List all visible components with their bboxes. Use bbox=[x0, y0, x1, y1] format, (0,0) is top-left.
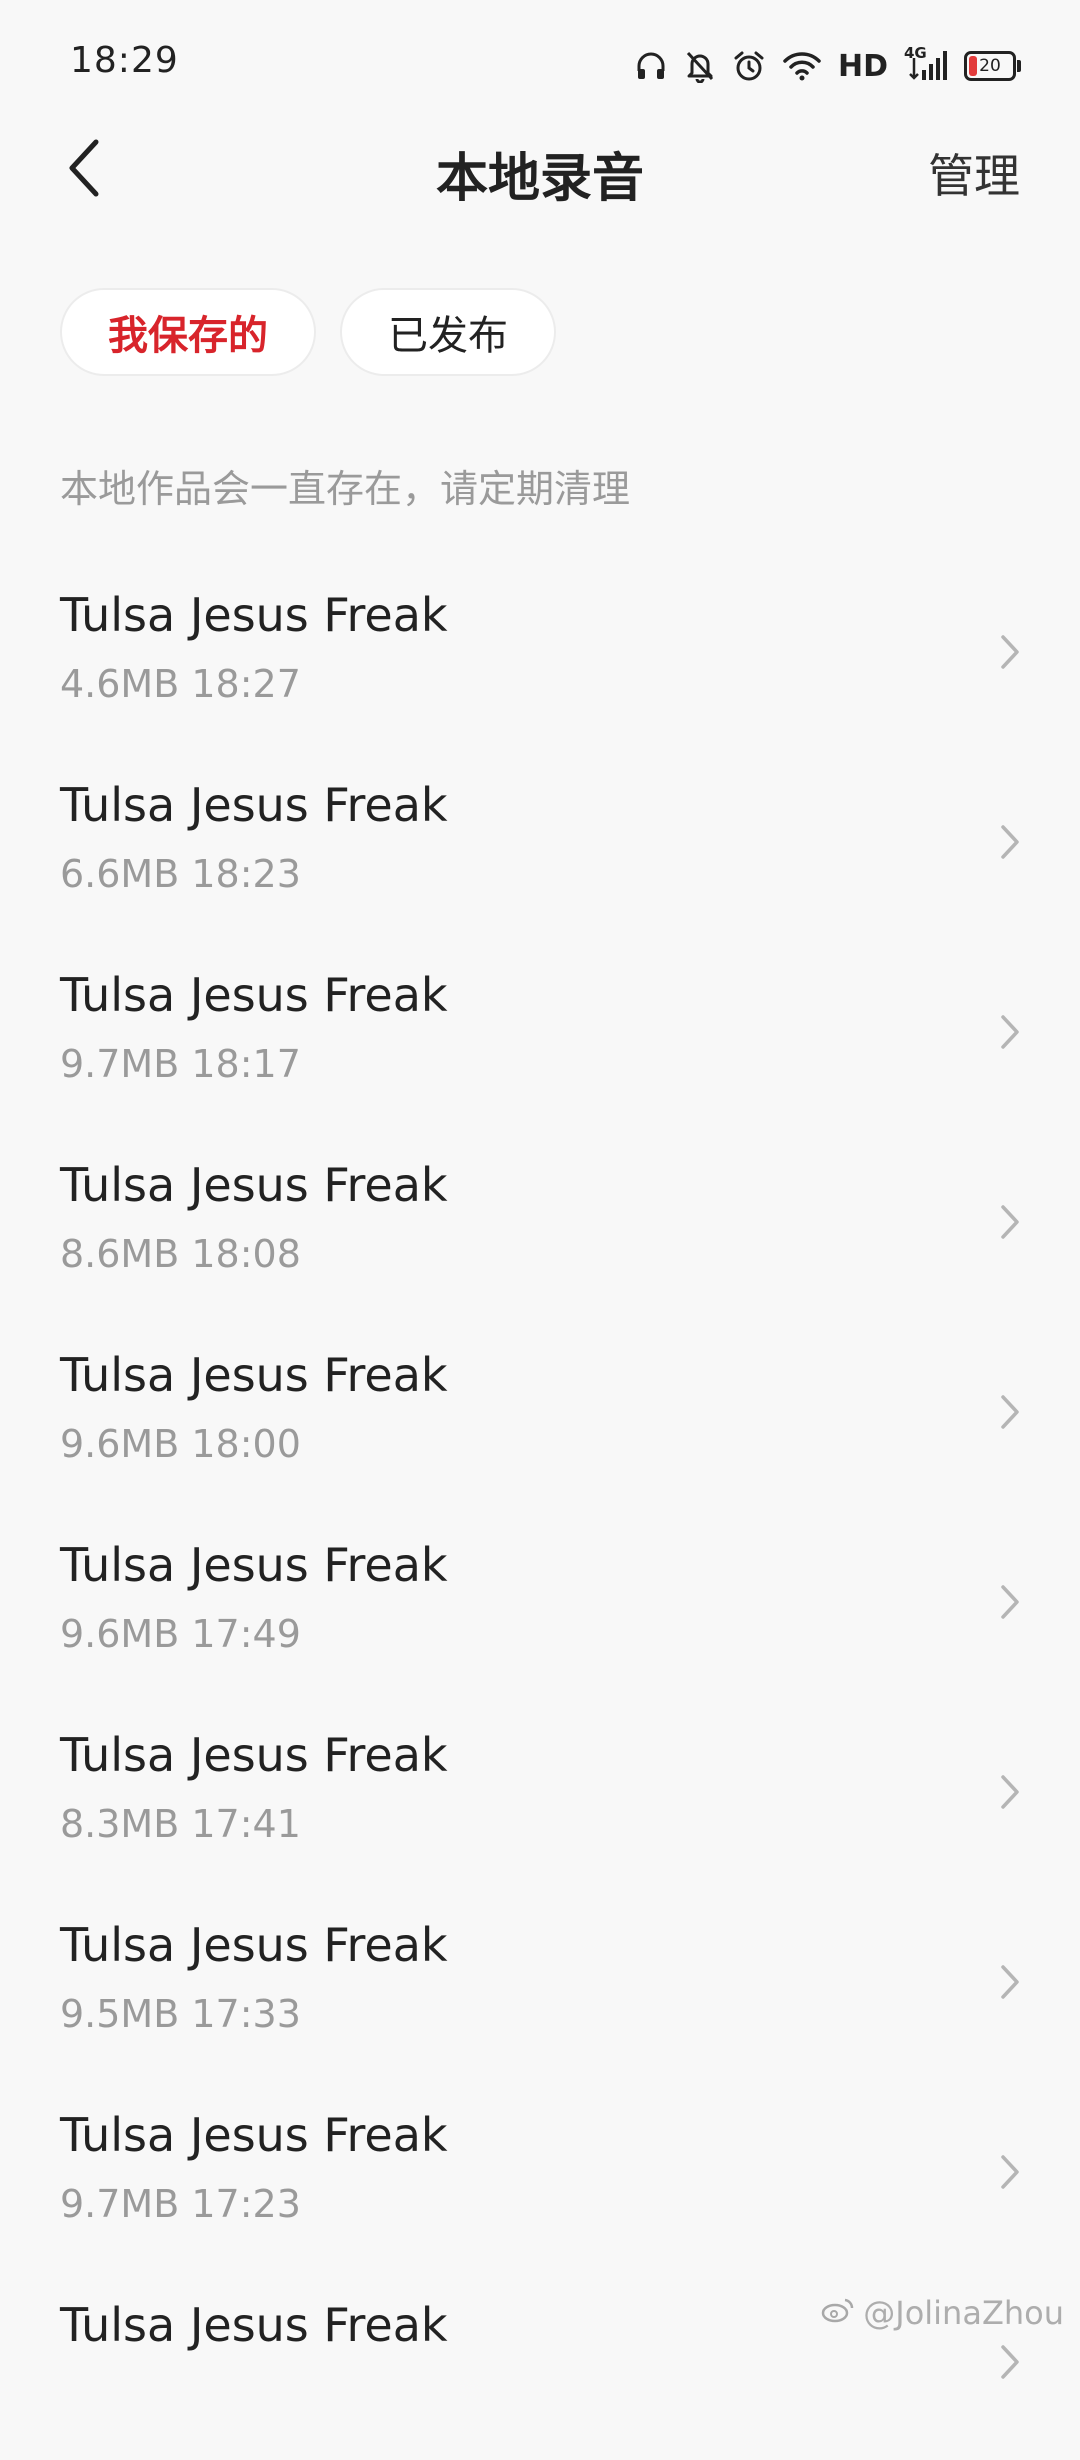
recording-meta: 9.7MB 17:23 bbox=[60, 2182, 301, 2226]
recording-title: Tulsa Jesus Freak bbox=[60, 778, 448, 832]
recording-meta: 6.6MB 18:23 bbox=[60, 852, 301, 896]
chevron-right-icon bbox=[1001, 635, 1019, 669]
chevron-right-icon bbox=[1001, 1205, 1019, 1239]
signal-type-label: 4G bbox=[904, 44, 927, 62]
chevron-right-icon bbox=[1001, 2345, 1019, 2379]
recording-meta: 9.6MB 17:49 bbox=[60, 1612, 301, 1656]
recording-title: Tulsa Jesus Freak bbox=[60, 1158, 448, 1212]
list-item[interactable]: Tulsa Jesus Freak 9.7MB 17:23 bbox=[0, 2080, 1080, 2270]
recording-meta: 8.6MB 18:08 bbox=[60, 1232, 301, 1276]
page-title: 本地录音 bbox=[435, 149, 644, 209]
recording-title: Tulsa Jesus Freak bbox=[60, 2108, 448, 2162]
status-icons: HD 4G 20 bbox=[634, 44, 1021, 86]
chevron-right-icon bbox=[1001, 2155, 1019, 2189]
list-item[interactable]: Tulsa Jesus Freak 9.6MB 18:00 bbox=[0, 1320, 1080, 1510]
list-item[interactable]: Tulsa Jesus Freak 8.6MB 18:08 bbox=[0, 1130, 1080, 1320]
chevron-right-icon bbox=[1001, 1585, 1019, 1619]
recording-title: Tulsa Jesus Freak bbox=[60, 588, 448, 642]
chevron-right-icon bbox=[1001, 1015, 1019, 1049]
recording-meta: 9.6MB 18:00 bbox=[60, 1422, 301, 1466]
chevron-right-icon bbox=[1001, 1965, 1019, 1999]
battery-level: 20 bbox=[979, 56, 1001, 76]
chevron-right-icon bbox=[1001, 825, 1019, 859]
storage-notice: 本地作品会一直存在，请定期清理 bbox=[60, 467, 631, 511]
watermark-text: @JolinaZhou bbox=[863, 2294, 1064, 2332]
list-item[interactable]: Tulsa Jesus Freak 4.6MB 18:27 bbox=[0, 560, 1080, 750]
filter-tabs: 我保存的 已发布 bbox=[60, 288, 556, 376]
status-time: 18:29 bbox=[70, 40, 179, 81]
recording-title: Tulsa Jesus Freak bbox=[60, 1538, 448, 1592]
list-item[interactable]: Tulsa Jesus Freak 9.7MB 18:17 bbox=[0, 940, 1080, 1130]
list-item[interactable]: Tulsa Jesus Freak 9.5MB 17:33 bbox=[0, 1890, 1080, 2080]
manage-button[interactable]: 管理 bbox=[928, 140, 1020, 206]
list-item[interactable]: Tulsa Jesus Freak 9.6MB 17:49 bbox=[0, 1510, 1080, 1700]
recording-meta: 9.5MB 17:33 bbox=[60, 1992, 301, 2036]
recording-meta: 9.7MB 18:17 bbox=[60, 1042, 301, 1086]
list-item[interactable]: Tulsa Jesus Freak 8.3MB 17:41 bbox=[0, 1700, 1080, 1890]
recording-title: Tulsa Jesus Freak bbox=[60, 1918, 448, 1972]
watermark: @JolinaZhou bbox=[821, 2294, 1064, 2332]
wifi-icon bbox=[782, 50, 822, 82]
headphones-icon bbox=[634, 49, 668, 83]
recording-meta: 8.3MB 17:41 bbox=[60, 1802, 301, 1846]
bell-off-icon bbox=[684, 49, 716, 83]
recording-title: Tulsa Jesus Freak bbox=[60, 968, 448, 1022]
battery-icon: 20 bbox=[964, 51, 1021, 81]
list-item[interactable]: Tulsa Jesus Freak 6.6MB 18:23 bbox=[0, 750, 1080, 940]
chevron-right-icon bbox=[1001, 1775, 1019, 1809]
status-bar: 18:29 HD 4G 20 bbox=[0, 0, 1080, 130]
recording-title: Tulsa Jesus Freak bbox=[60, 1348, 448, 1402]
signal-icon: 4G bbox=[904, 44, 948, 84]
chevron-right-icon bbox=[1001, 1395, 1019, 1429]
recordings-list: Tulsa Jesus Freak 4.6MB 18:27 Tulsa Jesu… bbox=[0, 560, 1080, 2460]
nav-bar: 本地录音 管理 bbox=[0, 130, 1080, 210]
weibo-icon bbox=[821, 2294, 855, 2332]
tab-published[interactable]: 已发布 bbox=[340, 288, 556, 376]
alarm-icon bbox=[732, 49, 766, 83]
recording-meta: 4.6MB 18:27 bbox=[60, 662, 301, 706]
tab-saved[interactable]: 我保存的 bbox=[60, 288, 316, 376]
hd-label: HD bbox=[837, 48, 888, 84]
recording-title: Tulsa Jesus Freak bbox=[60, 1728, 448, 1782]
recording-title: Tulsa Jesus Freak bbox=[60, 2298, 448, 2352]
